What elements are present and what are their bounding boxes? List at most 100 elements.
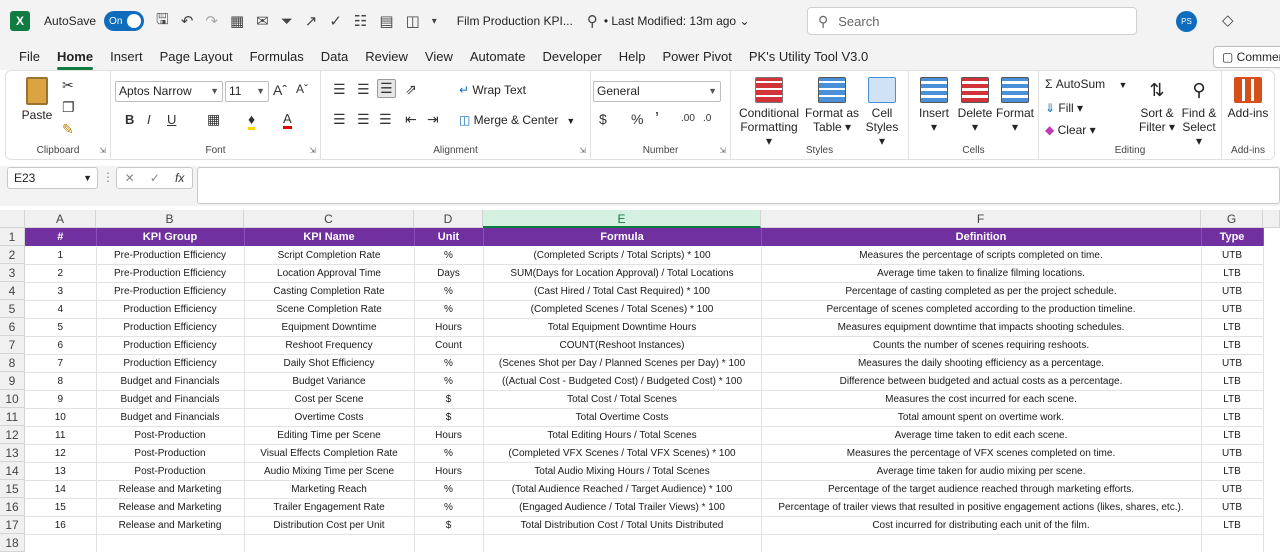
table-cell[interactable]: Marketing Reach [244,480,415,499]
clear-button[interactable]: ◆ Clear ▾ [1045,123,1096,137]
format-painter-icon[interactable]: ✎ [62,121,74,138]
table-cell[interactable]: Percentage of casting completed as per t… [761,282,1202,301]
table-cell[interactable]: Average time taken to edit each scene. [761,426,1202,445]
addins-button[interactable]: Add-ins [1224,77,1272,120]
table-cell[interactable]: % [414,354,484,373]
calculator-icon[interactable]: ☷ [354,12,367,30]
table-cell[interactable]: ((Actual Cost - Budgeted Cost) / Budgete… [483,372,762,391]
borders-dropdown-icon[interactable]: ▦ [207,111,220,128]
table-cell[interactable]: Count [414,336,484,355]
table-cell[interactable]: Average time taken to finalize filming l… [761,264,1202,283]
table-cell[interactable]: 8 [25,372,97,391]
tab-power-pivot[interactable]: Power Pivot [663,42,732,70]
email-icon[interactable]: ✉ [256,12,269,30]
table-cell[interactable]: Trailer Engagement Rate [244,498,415,517]
table-cell[interactable]: Production Efficiency [96,336,245,355]
table-cell[interactable]: Production Efficiency [96,354,245,373]
save-icon[interactable]: 🖫 [156,9,169,34]
table-cell[interactable]: UTB [1201,480,1264,499]
cell-styles-button[interactable]: Cell Styles ▾ [861,77,903,148]
align-bottom-icon[interactable]: ☰ [377,79,396,98]
row-header[interactable]: 8 [0,354,25,372]
conditional-formatting-button[interactable]: Conditional Formatting ▾ [737,77,801,148]
tab-insert[interactable]: Insert [110,42,143,70]
sort-icon[interactable]: ◫ [406,12,420,30]
tab-automate[interactable]: Automate [470,42,526,70]
table-cell[interactable]: Total Editing Hours / Total Scenes [483,426,762,445]
table-cell[interactable]: UTB [1201,354,1264,373]
currency-icon[interactable]: $ [599,111,607,127]
table-cell[interactable]: 16 [25,516,97,535]
document-title[interactable]: Film Production KPI... [457,14,573,28]
align-center-icon[interactable]: ☰ [357,111,370,128]
table-cell[interactable]: Total amount spent on overtime work. [761,408,1202,427]
table-cell[interactable]: (Completed Scenes / Total Scenes) * 100 [483,300,762,319]
table-cell[interactable]: Scene Completion Rate [244,300,415,319]
align-top-icon[interactable]: ☰ [333,81,346,98]
table-cell[interactable]: SUM(Days for Location Approval) / Total … [483,264,762,283]
insert-cells-button[interactable]: Insert ▾ [915,77,953,134]
table-cell[interactable]: Hours [414,462,484,481]
table-cell[interactable]: Daily Shot Efficiency [244,354,415,373]
header-cell[interactable]: # [25,228,97,247]
table-cell[interactable]: LTB [1201,390,1264,409]
table-cell[interactable]: UTB [1201,246,1264,265]
bold-icon[interactable]: B [125,112,134,127]
column-header-a[interactable]: A [25,210,96,228]
worksheet-grid[interactable]: ABCDEFG 1 2 3 4 5 6 7 8 9 10 11 12 13 14 15 16 17 18 # KPI… [0,210,1280,552]
table-cell[interactable] [761,534,1202,552]
table-cell[interactable]: Measures the percentage of VFX scenes co… [761,444,1202,463]
grow-font-icon[interactable]: Aˆ [273,82,287,98]
table-cell[interactable]: Total Audio Mixing Hours / Total Scenes [483,462,762,481]
table-cell[interactable]: $ [414,390,484,409]
font-color-icon[interactable]: A [283,111,292,129]
increase-decimal-icon[interactable]: .00 [681,113,695,124]
row-header[interactable]: 2 [0,246,25,264]
merge-center-button[interactable]: ◫ Merge & Center ▼ [459,113,575,127]
row-header[interactable]: 12 [0,426,25,444]
row-header[interactable]: 16 [0,498,25,516]
formula-input[interactable] [197,167,1280,204]
table-cell[interactable]: UTB [1201,444,1264,463]
column-header-b[interactable]: B [96,210,244,228]
filter-icon[interactable]: ⏷ [281,13,293,30]
font-name-select[interactable]: Aptos Narrow ▼ [115,81,223,102]
table-cell[interactable]: 10 [25,408,97,427]
table-cell[interactable]: Location Approval Time [244,264,415,283]
table-cell[interactable]: 9 [25,390,97,409]
decrease-decimal-icon[interactable]: .0 [703,113,711,124]
print-preview-icon[interactable]: ▤ [379,12,393,30]
find-select-button[interactable]: ⚲ Find & Select ▾ [1179,77,1219,148]
table-cell[interactable] [244,534,415,552]
table-cell[interactable]: $ [414,516,484,535]
delete-cells-button[interactable]: Delete ▾ [955,77,995,134]
table-cell[interactable]: LTB [1201,516,1264,535]
column-header-extra[interactable] [1263,210,1280,228]
fill-button[interactable]: ⇓ Fill ▾ [1045,101,1083,115]
row-header[interactable]: 17 [0,516,25,534]
column-header-d[interactable]: D [414,210,483,228]
table-cell[interactable]: Hours [414,318,484,337]
align-left-icon[interactable]: ☰ [333,111,346,128]
dialog-launcher-icon[interactable]: ⇲ [99,146,106,155]
table-cell[interactable]: (Cast Hired / Total Cast Required) * 100 [483,282,762,301]
table-cell[interactable] [96,534,245,552]
table-cell[interactable]: Audio Mixing Time per Scene [244,462,415,481]
row-header[interactable]: 13 [0,444,25,462]
table-cell[interactable]: Cost incurred for distributing each unit… [761,516,1202,535]
table-cell[interactable]: Total Equipment Downtime Hours [483,318,762,337]
header-cell[interactable]: KPI Name [244,228,415,247]
tab-home[interactable]: Home [56,42,94,70]
row-header[interactable]: 4 [0,282,25,300]
redo-icon[interactable]: ↷ [205,12,218,30]
tab-review[interactable]: Review [365,42,408,70]
table-cell[interactable]: LTB [1201,462,1264,481]
insert-function-icon[interactable]: fx [175,171,184,185]
orientation-icon[interactable]: ⇗ [405,81,417,98]
table-cell[interactable]: LTB [1201,264,1264,283]
table-cell[interactable]: Budget and Financials [96,408,245,427]
increase-indent-icon[interactable]: ⇥ [427,111,439,128]
row-header[interactable]: 9 [0,372,25,390]
table-cell[interactable]: Budget and Financials [96,372,245,391]
table-cell[interactable]: 12 [25,444,97,463]
